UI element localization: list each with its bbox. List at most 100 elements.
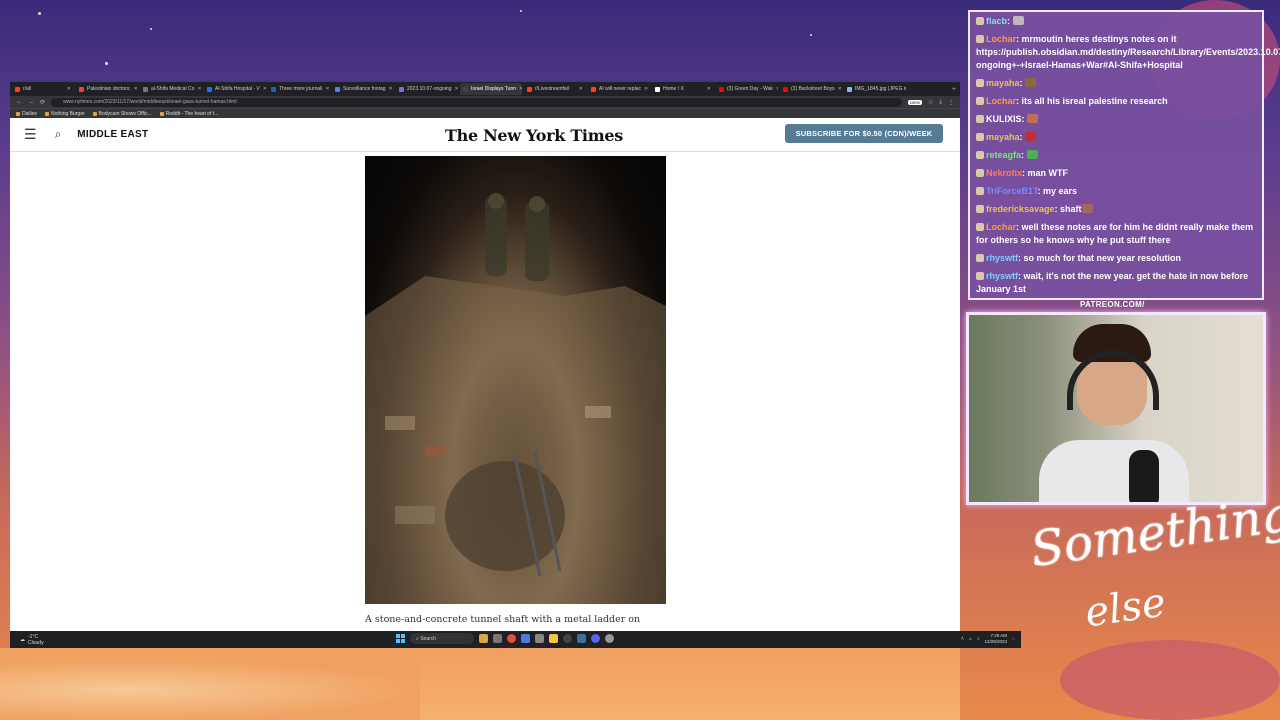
chrome-icon[interactable] [507,634,516,643]
menu-icon[interactable]: ⋮ [948,99,954,106]
section-name[interactable]: MIDDLE EAST [77,129,148,140]
user-badge-icon [976,223,984,231]
chat-username[interactable]: fredericksavage [986,204,1055,214]
app-icon[interactable] [535,634,544,643]
chat-text: mrmoutin heres destinys notes on it http… [976,34,1280,70]
close-tab-icon[interactable]: ✕ [455,86,459,92]
weather-widget[interactable]: ☁ -1°C Cloudy [20,634,44,646]
close-tab-icon[interactable]: ✕ [389,86,393,92]
browser-tab[interactable]: Three more journali ✕ [268,83,330,95]
browser-tab[interactable]: Palestinian doctors: ✕ [76,83,138,95]
bookmark-item[interactable]: Dailies [16,111,37,117]
zoom-level[interactable]: 100% [907,99,922,105]
close-tab-icon[interactable]: ✕ [776,86,778,92]
close-tab-icon[interactable]: ✕ [644,86,648,92]
subscribe-button[interactable]: SUBSCRIBE FOR $0.50 (CDN)/WEEK [785,124,943,143]
volume-icon[interactable]: ♪ [977,636,980,642]
browser-tab[interactable]: Home / X ✕ [652,83,714,95]
background-swirl-highlight [0,660,420,720]
star-icon[interactable]: ☆ [928,99,933,106]
chat-username[interactable]: mayaha [986,78,1020,88]
nyt-logo[interactable]: The New York Times [445,126,623,145]
chat-message: Lochar: mrmoutin heres destinys notes on… [976,33,1280,72]
file-explorer-icon[interactable] [493,634,502,643]
favicon-icon [463,86,468,92]
browser-tab[interactable]: IMG_1845.jpg (JPEG ima✕ [844,83,906,95]
chat-username[interactable]: mayaha [986,132,1020,142]
chat-username[interactable]: Lochar [986,34,1016,44]
back-icon[interactable]: ← [16,99,22,105]
close-tab-icon[interactable]: ✕ [838,86,842,92]
new-tab-icon[interactable]: + [948,86,960,93]
browser-tab[interactable]: AI will never replac ✕ [588,83,650,95]
tab-label: AI will never replac [599,86,641,92]
emote-icon [1081,204,1093,213]
folder-icon[interactable] [549,634,558,643]
chat-username[interactable]: Nekrotix [986,168,1022,178]
search-icon[interactable]: ⌕ [55,127,62,142]
windows-start-icon[interactable] [396,634,405,643]
user-badge-icon [976,133,984,141]
chat-text: shaft [1060,204,1082,214]
browser-tab[interactable]: (3) Backstreet Boys ✕ [780,83,842,95]
background-stars [0,0,960,80]
browser-tab[interactable]: Surveillance footag ✕ [332,83,394,95]
browser-tab[interactable]: Israel Displays Tunn ✕ [460,83,522,95]
close-tab-icon[interactable]: ✕ [325,86,329,92]
taskbar-search[interactable]: ⌕ Search [410,633,474,644]
browser-tab[interactable]: al-Shifa Medical Co ✕ [140,83,202,95]
favicon-icon [783,86,788,92]
chat-username[interactable]: TriForceB1T [986,186,1038,196]
stream-chat: flacb: Lochar: mrmoutin heres destinys n… [968,10,1280,300]
steam-icon[interactable] [577,634,586,643]
close-tab-icon[interactable]: ✕ [134,86,138,92]
url-input[interactable]: www.nytimes.com/2023/11/17/world/middlee… [51,97,902,107]
chat-message: mayaha: [976,77,1256,90]
chevron-up-icon[interactable]: ˄ [961,636,964,642]
bookmark-icon [45,111,50,116]
close-tab-icon[interactable]: ✕ [197,86,201,92]
tab-label: IMG_1845.jpg (JPEG ima [855,86,906,92]
chat-message: TriForceB1T: my ears [976,185,1256,198]
forward-icon[interactable]: → [28,99,34,105]
obs-icon[interactable] [563,634,572,643]
tab-label: Home / X [663,86,684,92]
notifications-icon[interactable]: ◌ [1012,636,1015,642]
browser-tab[interactable]: r/Livestreamfail ✕ [524,83,586,95]
photos-icon[interactable] [521,634,530,643]
user-badge-icon [976,97,984,105]
chat-username[interactable]: rhyswtf [986,253,1018,263]
discord-icon[interactable] [591,634,600,643]
bookmark-item[interactable]: Bodycam Shows Offic... [92,111,152,117]
emote-icon [1027,114,1039,123]
chat-username[interactable]: flacb [986,16,1007,26]
download-icon[interactable]: ⤓ [939,99,942,106]
browser-tab[interactable]: r/all ✕ [12,83,74,95]
browser-tab[interactable]: 2023.10.07-ongoing ✕ [396,83,458,95]
favicon-icon [207,86,212,92]
close-tab-icon[interactable]: ✕ [707,86,711,92]
chat-username[interactable]: rhyswtf [986,271,1018,281]
emote-icon [1025,132,1037,141]
close-tab-icon[interactable]: ✕ [519,86,522,92]
chat-username[interactable]: KULIXIS [986,114,1022,124]
reload-icon[interactable]: ⟳ [40,99,45,106]
close-tab-icon[interactable]: ✕ [579,86,583,92]
close-tab-icon[interactable]: ✕ [67,86,71,92]
user-badge-icon [976,17,984,25]
settings-icon[interactable] [605,634,614,643]
hamburger-menu-icon[interactable]: ☰ [24,126,37,143]
browser-tab[interactable]: (3) Green Day - Wak✕ [716,83,778,95]
close-tab-icon[interactable]: ✕ [263,86,266,92]
chat-username[interactable]: reteagfa [986,150,1021,160]
address-bar-row: ← → ⟳ www.nytimes.com/2023/11/17/world/m… [10,96,960,108]
bookmark-item[interactable]: Nothing Burger [45,111,85,117]
chat-username[interactable]: Lochar [986,96,1016,106]
chat-username[interactable]: Lochar [986,222,1016,232]
tab-label: Israel Displays Tunn [471,86,517,92]
clock[interactable]: 7:29 AM 12/28/2023 [984,633,1007,645]
taskview-icon[interactable] [479,634,488,643]
network-icon[interactable]: ⌂ [969,636,972,642]
bookmark-item[interactable]: Reddit - The heart of t... [159,111,218,117]
browser-tab[interactable]: Al-Shifa Hospital - V ✕ [204,83,266,95]
